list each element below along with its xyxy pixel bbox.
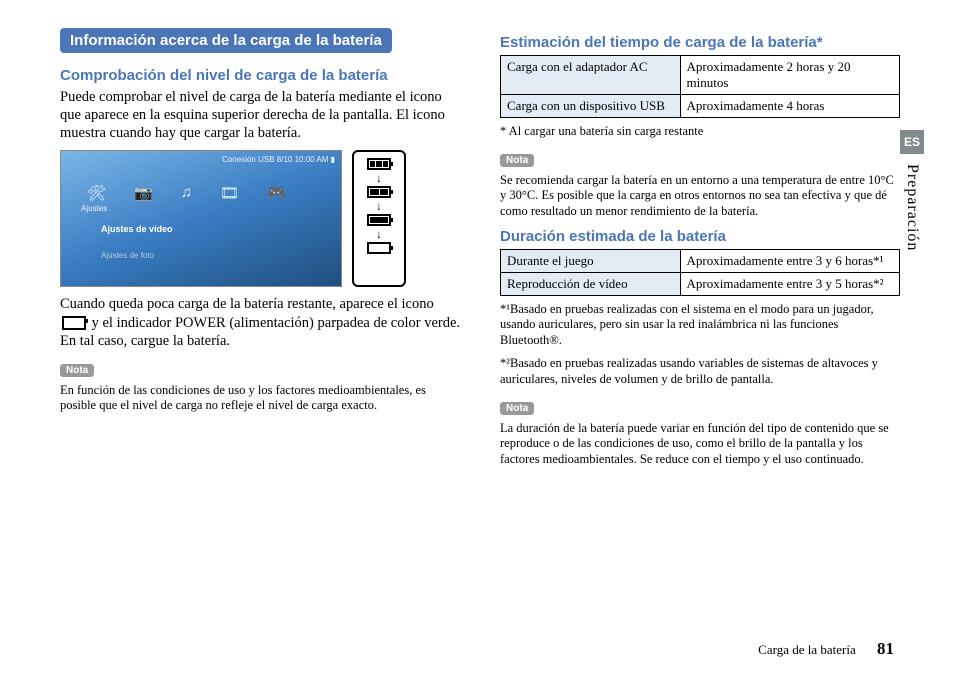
battery-full-icon	[367, 158, 391, 170]
psp-xmb-icons: 🛠 📷 ♫ 🎞 🎮	[87, 184, 286, 202]
nota-badge: Nota	[500, 154, 534, 167]
photo-icon: 📷	[134, 184, 153, 202]
subheading-charge-time: Estimación del tiempo de carga de la bat…	[500, 34, 900, 51]
psp-item-photo: Ajustes de foto	[101, 251, 154, 260]
psp-status-bar: Conexión USB 8/10 10:00 AM ▮	[222, 155, 335, 164]
battery-level-callout: ↓ ↓ ↓	[352, 150, 406, 287]
settings-icon: 🛠	[87, 184, 106, 202]
footnote-2: *²Basado en pruebas realizadas usando va…	[500, 356, 900, 387]
battery-empty-icon	[367, 242, 391, 254]
music-icon: ♫	[181, 184, 192, 202]
section-label: Preparación	[903, 164, 921, 251]
arrow-down-icon: ↓	[376, 202, 382, 210]
side-tab: ES Preparación	[900, 130, 924, 251]
language-badge: ES	[900, 130, 924, 154]
table-row: Durante el juegoAproximadamente entre 3 …	[501, 249, 900, 272]
charge-time-table: Carga con el adaptador ACAproximadamente…	[500, 55, 900, 118]
table-row: Carga con un dispositivo USBAproximadame…	[501, 95, 900, 118]
footer-title: Carga de la batería	[758, 642, 856, 657]
battery-two-icon	[367, 186, 391, 198]
arrow-down-icon: ↓	[376, 230, 382, 238]
section-banner: Información acerca de la carga de la bat…	[60, 28, 392, 53]
page-footer: Carga de la batería 81	[758, 639, 894, 659]
page-number: 81	[877, 639, 894, 658]
subheading-check-level: Comprobación del nivel de carga de la ba…	[60, 67, 460, 84]
note-duration-varies: La duración de la batería puede variar e…	[500, 421, 900, 468]
footnote-1: *¹Basado en pruebas realizadas con el si…	[500, 302, 900, 349]
battery-one-icon	[367, 214, 391, 226]
psp-item-video: Ajustes de vídeo	[101, 224, 173, 234]
table-row: Reproducción de vídeoAproximadamente ent…	[501, 272, 900, 295]
psp-ajustes-label: Ajustes	[81, 204, 107, 213]
note-conditions: En función de las condiciones de uso y l…	[60, 383, 460, 414]
low-battery-icon	[62, 316, 86, 330]
video-icon: 🎞	[220, 184, 239, 202]
low-battery-paragraph: Cuando queda poca carga de la batería re…	[60, 295, 460, 349]
left-column: Información acerca de la carga de la bat…	[60, 28, 460, 657]
table-row: Carga con el adaptador ACAproximadamente…	[501, 56, 900, 95]
intro-paragraph: Puede comprobar el nivel de carga de la …	[60, 88, 460, 142]
psp-illustration: Conexión USB 8/10 10:00 AM ▮ 🛠 📷 ♫ 🎞 🎮 A…	[60, 150, 460, 287]
duration-table: Durante el juegoAproximadamente entre 3 …	[500, 249, 900, 296]
charge-asterisk-note: * Al cargar una batería sin carga restan…	[500, 124, 900, 140]
right-column: Estimación del tiempo de carga de la bat…	[500, 28, 900, 657]
subheading-duration: Duración estimada de la batería	[500, 228, 900, 245]
nota-badge: Nota	[60, 364, 94, 377]
note-temperature: Se recomienda cargar la batería en un en…	[500, 173, 900, 220]
nota-badge: Nota	[500, 402, 534, 415]
psp-screen: Conexión USB 8/10 10:00 AM ▮ 🛠 📷 ♫ 🎞 🎮 A…	[60, 150, 342, 287]
arrow-down-icon: ↓	[376, 174, 382, 182]
game-icon: 🎮	[267, 184, 286, 202]
